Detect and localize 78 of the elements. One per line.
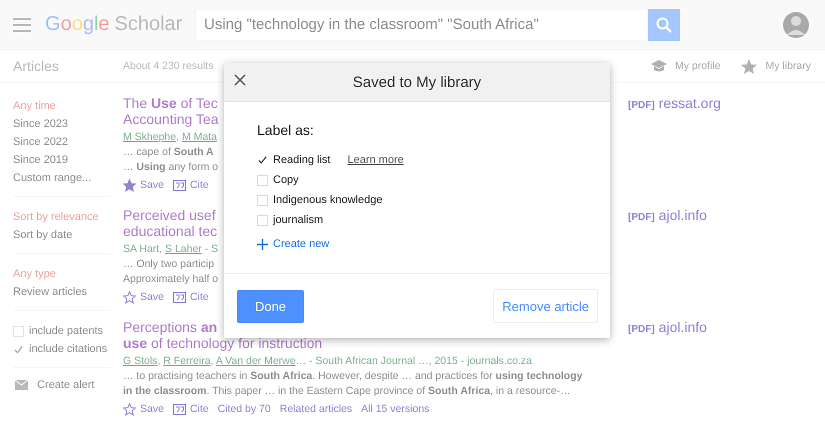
star-outline-icon bbox=[123, 290, 136, 304]
filter-link[interactable]: Since 2023 bbox=[13, 115, 110, 133]
checkbox-label[interactable]: journalism bbox=[273, 214, 324, 226]
cite-button[interactable]: Cite bbox=[172, 403, 209, 415]
envelope-icon bbox=[15, 380, 28, 390]
pdf-tag: [PDF] bbox=[628, 324, 655, 335]
result-link[interactable]: Cited by 70 bbox=[218, 403, 271, 415]
checkmark-icon bbox=[14, 344, 23, 354]
checkmark-icon bbox=[258, 155, 267, 165]
star-outline-icon bbox=[123, 402, 136, 416]
search-button[interactable] bbox=[648, 8, 680, 40]
star-icon bbox=[740, 58, 758, 74]
dialog-title: Saved to My library bbox=[352, 74, 482, 90]
cite-button[interactable]: Cite bbox=[172, 179, 209, 191]
create-new-link[interactable]: Create new bbox=[257, 238, 577, 250]
save-button[interactable]: Save bbox=[123, 290, 164, 304]
header-link[interactable]: My profile bbox=[674, 60, 720, 72]
checkbox-label[interactable]: Reading list bbox=[273, 154, 330, 166]
close-icon bbox=[234, 74, 246, 86]
checkbox-label[interactable]: Copy bbox=[273, 174, 299, 186]
filter-link[interactable]: Since 2022 bbox=[13, 133, 110, 151]
checkbox-label[interactable]: include patents bbox=[29, 325, 103, 337]
author-link[interactable]: R Ferreira bbox=[163, 355, 211, 367]
learn-more-link[interactable]: Learn more bbox=[347, 154, 404, 166]
search-icon bbox=[656, 16, 672, 32]
filter-link[interactable]: Custom range... bbox=[13, 169, 110, 187]
quote-icon bbox=[172, 404, 186, 414]
author-link[interactable]: A Van der Merwe bbox=[216, 355, 296, 367]
result-link[interactable]: All 15 versions bbox=[361, 403, 430, 415]
close-button[interactable] bbox=[234, 74, 246, 86]
quote-icon bbox=[172, 180, 186, 190]
filter-link[interactable]: Any time bbox=[13, 97, 110, 115]
results-count: About 4 230 results bbox=[123, 60, 214, 72]
avatar-icon[interactable] bbox=[783, 10, 809, 38]
save-button[interactable]: Save bbox=[123, 402, 164, 416]
filter-link[interactable]: Review articles bbox=[13, 283, 110, 301]
product-name: Scholar bbox=[114, 13, 182, 36]
author-link[interactable]: S Laher bbox=[165, 243, 202, 255]
author-line: M Skhephe, M Mata bbox=[123, 130, 217, 145]
logo-wordmark[interactable]: Google bbox=[45, 13, 110, 36]
menu-icon[interactable] bbox=[13, 18, 31, 32]
result-title[interactable]: The Use of Tec Accounting Tea bbox=[123, 95, 218, 127]
author-link[interactable]: G Stols bbox=[123, 355, 158, 367]
filter-link[interactable]: Since 2019 bbox=[13, 151, 110, 169]
result-snippet: … cape of South A … Using any form o bbox=[123, 145, 218, 175]
label-prompt: Label as: bbox=[257, 122, 315, 138]
author-link[interactable]: M Mata bbox=[182, 131, 217, 143]
cite-button[interactable]: Cite bbox=[172, 291, 209, 303]
author-name: SA Hart bbox=[123, 243, 160, 255]
checkbox-label[interactable]: Indigenous knowledge bbox=[273, 194, 382, 206]
pdf-source-link[interactable]: ajol.info bbox=[658, 207, 707, 223]
checkbox[interactable] bbox=[257, 154, 268, 166]
author-link[interactable]: M Skhephe bbox=[123, 131, 176, 143]
mortarboard-icon bbox=[650, 58, 668, 74]
author-line: G Stols, R Ferreira, A Van der Merwe… - South African Journal …, 2015 - journals.co.za bbox=[123, 354, 532, 369]
result-link[interactable]: Related articles bbox=[280, 403, 352, 415]
pdf-tag: [PDF] bbox=[628, 212, 655, 223]
result-snippet: … to practising teachers in South Africa. However, despite … and practices for using technology in the classroom. This paper … in the Eastern Cape province of South Africa, in a resource-… bbox=[123, 369, 582, 399]
remove-article-button[interactable]: Remove article bbox=[493, 289, 598, 323]
pdf-tag: [PDF] bbox=[628, 100, 655, 111]
pdf-source-link[interactable]: ajol.info bbox=[658, 319, 707, 335]
result-snippet: … Only two particip Approximately half o bbox=[123, 257, 218, 287]
pdf-source-link[interactable]: ressat.org bbox=[658, 95, 721, 111]
save-button[interactable]: Save bbox=[123, 178, 164, 192]
author-line: SA Hart, S Laher - S bbox=[123, 242, 218, 257]
section-title: Articles bbox=[13, 58, 60, 74]
result-title[interactable]: Perceived usef educational tec bbox=[123, 207, 218, 239]
filter-link[interactable]: Any type bbox=[13, 265, 110, 283]
create-alert-link[interactable]: Create alert bbox=[37, 379, 94, 391]
filter-link[interactable]: Sort by date bbox=[13, 226, 110, 244]
header-link[interactable]: My library bbox=[765, 60, 811, 72]
search-field[interactable]: Using "technology in the classroom" "South Africa" bbox=[195, 8, 648, 40]
checkbox-label[interactable]: include citations bbox=[29, 343, 108, 355]
quote-icon bbox=[172, 292, 186, 302]
star-icon bbox=[123, 178, 136, 192]
plus-icon bbox=[257, 238, 268, 250]
filter-link[interactable]: Sort by relevance bbox=[13, 208, 110, 226]
done-button[interactable]: Done bbox=[237, 290, 304, 322]
